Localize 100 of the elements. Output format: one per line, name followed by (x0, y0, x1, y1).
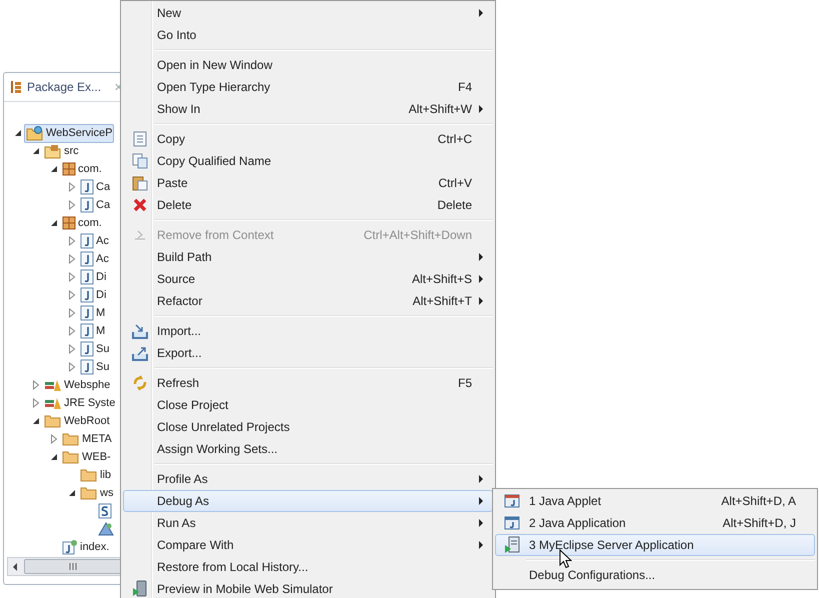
export-icon (132, 345, 148, 361)
collapsed-arrow-icon[interactable] (68, 272, 76, 282)
tree-item[interactable]: com. (60, 214, 104, 232)
scrollbar-thumb[interactable] (24, 559, 122, 574)
tree-item[interactable]: Di (78, 286, 108, 304)
submenu-arrow-icon (478, 497, 484, 505)
folder-icon (44, 414, 62, 428)
collapsed-arrow-icon[interactable] (68, 236, 76, 246)
tree-item[interactable]: Su (78, 340, 112, 358)
menu-item[interactable]: Show In Alt+Shift+W (123, 98, 493, 120)
refresh-icon (132, 375, 148, 391)
tree-item[interactable]: M (78, 304, 108, 322)
expanded-arrow-icon[interactable] (50, 219, 58, 227)
submenu-item[interactable]: 1 Java Applet Alt+Shift+D, A (495, 490, 815, 512)
collapsed-arrow-icon[interactable] (50, 434, 58, 444)
tree-item[interactable]: Su (78, 358, 112, 376)
menu-item[interactable]: Run As (123, 512, 493, 534)
collapsed-arrow-icon[interactable] (32, 380, 40, 390)
menu-item[interactable]: Debug As (123, 490, 493, 512)
collapsed-arrow-icon[interactable] (68, 362, 76, 372)
tree-item[interactable]: src (42, 142, 81, 160)
hierarchy-icon (10, 80, 22, 94)
submenu-arrow-icon (478, 275, 484, 283)
tree-item[interactable]: Ac (78, 232, 111, 250)
tree-item[interactable]: com. (60, 160, 104, 178)
library-icon (44, 396, 62, 410)
menu-item[interactable]: Refresh F5 (123, 372, 493, 394)
menu-item[interactable]: Close Project (123, 394, 493, 416)
tree-item[interactable]: Websphe (42, 376, 112, 394)
collapsed-arrow-icon[interactable] (68, 326, 76, 336)
submenu-item[interactable]: Debug Configurations... (495, 564, 815, 586)
source-folder-icon (44, 143, 62, 159)
java-file-icon (80, 233, 94, 249)
package-icon (62, 162, 76, 176)
tree-item[interactable]: META (60, 430, 114, 448)
expanded-arrow-icon[interactable] (32, 147, 40, 155)
tree-item-icon[interactable] (96, 502, 114, 520)
menu-item[interactable]: New (123, 2, 493, 24)
tree-item[interactable]: WebServiceP (24, 124, 114, 142)
menu-item[interactable]: Copy Ctrl+C (123, 128, 493, 150)
expanded-arrow-icon[interactable] (50, 453, 58, 461)
tree-item[interactable]: ws (78, 484, 116, 502)
menu-item[interactable]: Build Path (123, 246, 493, 268)
expanded-arrow-icon[interactable] (68, 489, 76, 497)
menu-item[interactable]: Delete Delete (123, 194, 493, 216)
java-file-icon (80, 341, 94, 357)
server-icon (504, 536, 520, 554)
tree-item[interactable]: WebRoot (42, 412, 112, 430)
collapsed-arrow-icon[interactable] (68, 182, 76, 192)
project-folder-icon (26, 125, 44, 141)
folder-icon (62, 450, 80, 464)
menu-item[interactable]: Paste Ctrl+V (123, 172, 493, 194)
menu-item[interactable]: Close Unrelated Projects (123, 416, 493, 438)
tree-item[interactable]: Ca (78, 196, 112, 214)
tree-item[interactable]: M (78, 322, 108, 340)
expanded-arrow-icon[interactable] (14, 129, 22, 137)
submenu-arrow-icon (478, 541, 484, 549)
expanded-arrow-icon[interactable] (32, 417, 40, 425)
expanded-arrow-icon[interactable] (50, 165, 58, 173)
tree-item[interactable]: JRE Syste (42, 394, 118, 412)
tree-item[interactable]: Di (78, 268, 108, 286)
java-file-icon (80, 323, 94, 339)
collapsed-arrow-icon[interactable] (68, 200, 76, 210)
menu-item[interactable]: Compare With (123, 534, 493, 556)
folder-icon (62, 432, 80, 446)
menu-item[interactable]: Restore from Local History... (123, 556, 493, 578)
java-file-icon (80, 359, 94, 375)
collapsed-arrow-icon[interactable] (32, 398, 40, 408)
menu-item[interactable]: Source Alt+Shift+S (123, 268, 493, 290)
submenu-arrow-icon (478, 9, 484, 17)
java-file-icon (80, 287, 94, 303)
collapsed-arrow-icon[interactable] (68, 290, 76, 300)
tree-item[interactable]: Ac (78, 250, 111, 268)
submenu-arrow-icon (478, 105, 484, 113)
collapsed-arrow-icon[interactable] (68, 344, 76, 354)
menu-item[interactable]: Open in New Window (123, 54, 493, 76)
s-file-icon (98, 503, 112, 519)
menu-item[interactable]: Preview in Mobile Web Simulator (123, 578, 493, 598)
mobile-simulator-icon (132, 580, 148, 598)
menu-item[interactable]: Refactor Alt+Shift+T (123, 290, 493, 312)
tree-item[interactable]: lib (78, 466, 114, 484)
menu-item[interactable]: Go Into (123, 24, 493, 46)
copy-documents-icon (132, 153, 148, 169)
folder-icon (80, 486, 98, 500)
collapsed-arrow-icon[interactable] (68, 308, 76, 318)
submenu-item[interactable]: 3 MyEclipse Server Application (495, 534, 815, 556)
copy-icon (132, 131, 148, 147)
menu-item[interactable]: Profile As (123, 468, 493, 490)
menu-item[interactable]: Export... (123, 342, 493, 364)
collapsed-arrow-icon[interactable] (68, 254, 76, 264)
tree-item[interactable]: WEB- (60, 448, 113, 466)
menu-item[interactable]: Import... (123, 320, 493, 342)
java-file-icon (80, 305, 94, 321)
menu-item[interactable]: Assign Working Sets... (123, 438, 493, 460)
menu-item[interactable]: Copy Qualified Name (123, 150, 493, 172)
tree-item-icon[interactable] (96, 520, 116, 538)
java-file-icon (80, 197, 94, 213)
tree-item[interactable]: Ca (78, 178, 112, 196)
tree-item[interactable]: index. (60, 538, 112, 556)
submenu-item[interactable]: 2 Java Application Alt+Shift+D, J (495, 512, 815, 534)
